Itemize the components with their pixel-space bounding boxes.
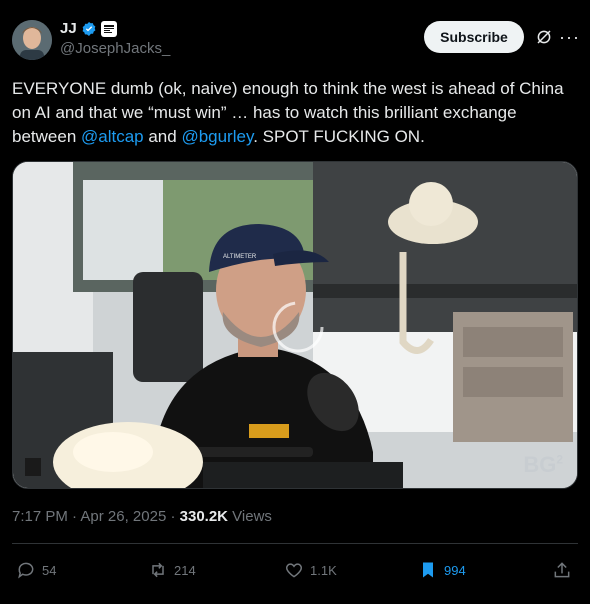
share-button[interactable] [552,556,572,584]
views-label: Views [228,508,272,525]
repost-button[interactable]: 214 [148,556,196,584]
reply-icon [18,562,34,579]
tweet-text-part: and [143,127,182,146]
divider [12,543,578,544]
meta-separator: · [67,508,81,525]
watermark-text: BG [523,452,557,477]
like-button[interactable]: 1.1K [284,556,337,584]
author-name-row: JJ [60,20,117,37]
repost-icon [152,562,164,578]
cap-logo-text: ALTIMETER [223,254,257,260]
bookmark-count: 994 [444,562,466,578]
video-player[interactable]: ALTIMETER BG2 [12,161,578,489]
reply-count: 54 [42,562,57,578]
more-icon[interactable]: ··· [559,27,579,47]
post-date[interactable]: Apr 26, 2025 [80,508,166,525]
video-watermark: BG2 [523,452,563,478]
tweet-meta: 7:17 PM · Apr 26, 2025 · 330.2K Views [12,508,272,525]
tweet-text: EVERYONE dumb (ok, naive) enough to thin… [12,77,578,149]
affiliate-badge-icon[interactable] [100,20,117,37]
bookmark-button[interactable]: 994 [418,556,466,584]
repost-count: 214 [174,562,196,578]
grok-icon[interactable] [535,28,553,46]
avatar-image [12,20,52,60]
mention-link[interactable]: @altcap [81,127,144,146]
watermark-sup: 2 [556,452,563,467]
meta-separator: · [166,508,180,525]
share-icon [554,562,570,578]
verified-icon [82,21,96,36]
author-name[interactable]: JJ [60,20,77,37]
video-frame: ALTIMETER [13,162,577,488]
post-time[interactable]: 7:17 PM [12,508,68,525]
author-handle[interactable]: @JosephJacks_ [60,40,170,57]
action-bar: 54 214 1.1K 994 [12,556,578,584]
mention-link[interactable]: @bgurley [181,127,253,146]
bookmark-icon [423,562,433,578]
reply-button[interactable]: 54 [16,556,56,584]
views-count: 330.2K [179,508,229,525]
like-count: 1.1K [310,562,337,578]
avatar[interactable] [12,20,52,60]
subscribe-button[interactable]: Subscribe [424,21,524,53]
tweet-text-part: . SPOT FUCKING ON. [253,127,425,146]
like-icon [285,563,303,578]
